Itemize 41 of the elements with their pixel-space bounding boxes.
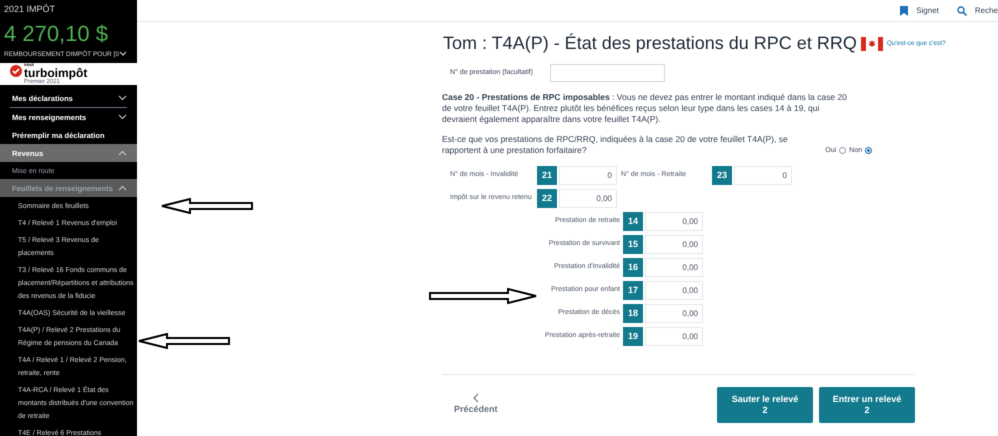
box-number: 15 (623, 235, 643, 254)
amount-field[interactable]: 0,00 (645, 327, 703, 346)
chevron-up-icon[interactable] (118, 185, 127, 192)
action-button[interactable]: Entrer un relevé 2 (819, 387, 915, 423)
chevron-down-icon[interactable] (118, 95, 127, 102)
amount-field[interactable]: 0,00 (645, 235, 703, 254)
brand-name: turboimpôt (24, 67, 88, 80)
bookmark-icon (900, 6, 908, 16)
header-link[interactable]: Signet (900, 4, 939, 16)
amount-field[interactable]: 0,00 (645, 258, 703, 277)
action-button[interactable]: Sauter le relevé 2 (717, 387, 813, 423)
box-number: 22 (537, 189, 557, 208)
box-number: 21 (537, 166, 557, 185)
question-text: Est-ce que vos prestations de RPC/RRQ, indiquées à la case 20 de votre feuillet T4A(P), se rapportent à une prestation forfaitaire? (442, 134, 789, 156)
refund-amount: 4 270,10 $ (4, 22, 109, 44)
back-button[interactable]: Précédent (454, 393, 498, 417)
chevron-left-icon (472, 393, 480, 404)
box-number: 17 (623, 281, 643, 300)
header-link[interactable]: Reche (956, 4, 998, 16)
amount-field[interactable]: 0,00 (645, 212, 703, 231)
box-number: 14 (623, 212, 643, 231)
amount-field[interactable]: 0,00 (559, 189, 617, 208)
box-number: 16 (623, 258, 643, 277)
box-number: 19 (623, 327, 643, 346)
benefit-number-field[interactable] (550, 64, 665, 82)
chevron-up-icon[interactable] (118, 150, 127, 156)
search-icon (956, 6, 967, 16)
chevron-down-icon[interactable] (118, 114, 127, 120)
box-number: 18 (623, 304, 643, 323)
page-title: Tom : T4A(P) - État des prestations du RPC et RRQ (443, 32, 857, 55)
tax-year: 2021 IMPÔT (4, 3, 56, 16)
amount-field[interactable]: 0,00 (645, 281, 703, 300)
amount-field[interactable]: 0 (559, 166, 617, 185)
radio-button[interactable] (839, 147, 846, 154)
flag-icon (860, 36, 883, 50)
box-number: 23 (712, 166, 732, 185)
amount-field[interactable]: 0 (734, 166, 792, 185)
radio-button[interactable] (865, 147, 872, 154)
chevron-down-icon[interactable] (118, 51, 127, 58)
amount-field[interactable]: 0,00 (645, 304, 703, 323)
notice-text: Case 20 - Prestations de RPC imposables : Vous ne devez pas entrer le montant indiqué dans la case 20 de votre feuillet T4A(P). Entrez plutôt les bénéfices reçus selon leur type dans les cases 14 à 19, qui devraient également apparaître dans votre feuillet T4A(P). (442, 92, 847, 125)
